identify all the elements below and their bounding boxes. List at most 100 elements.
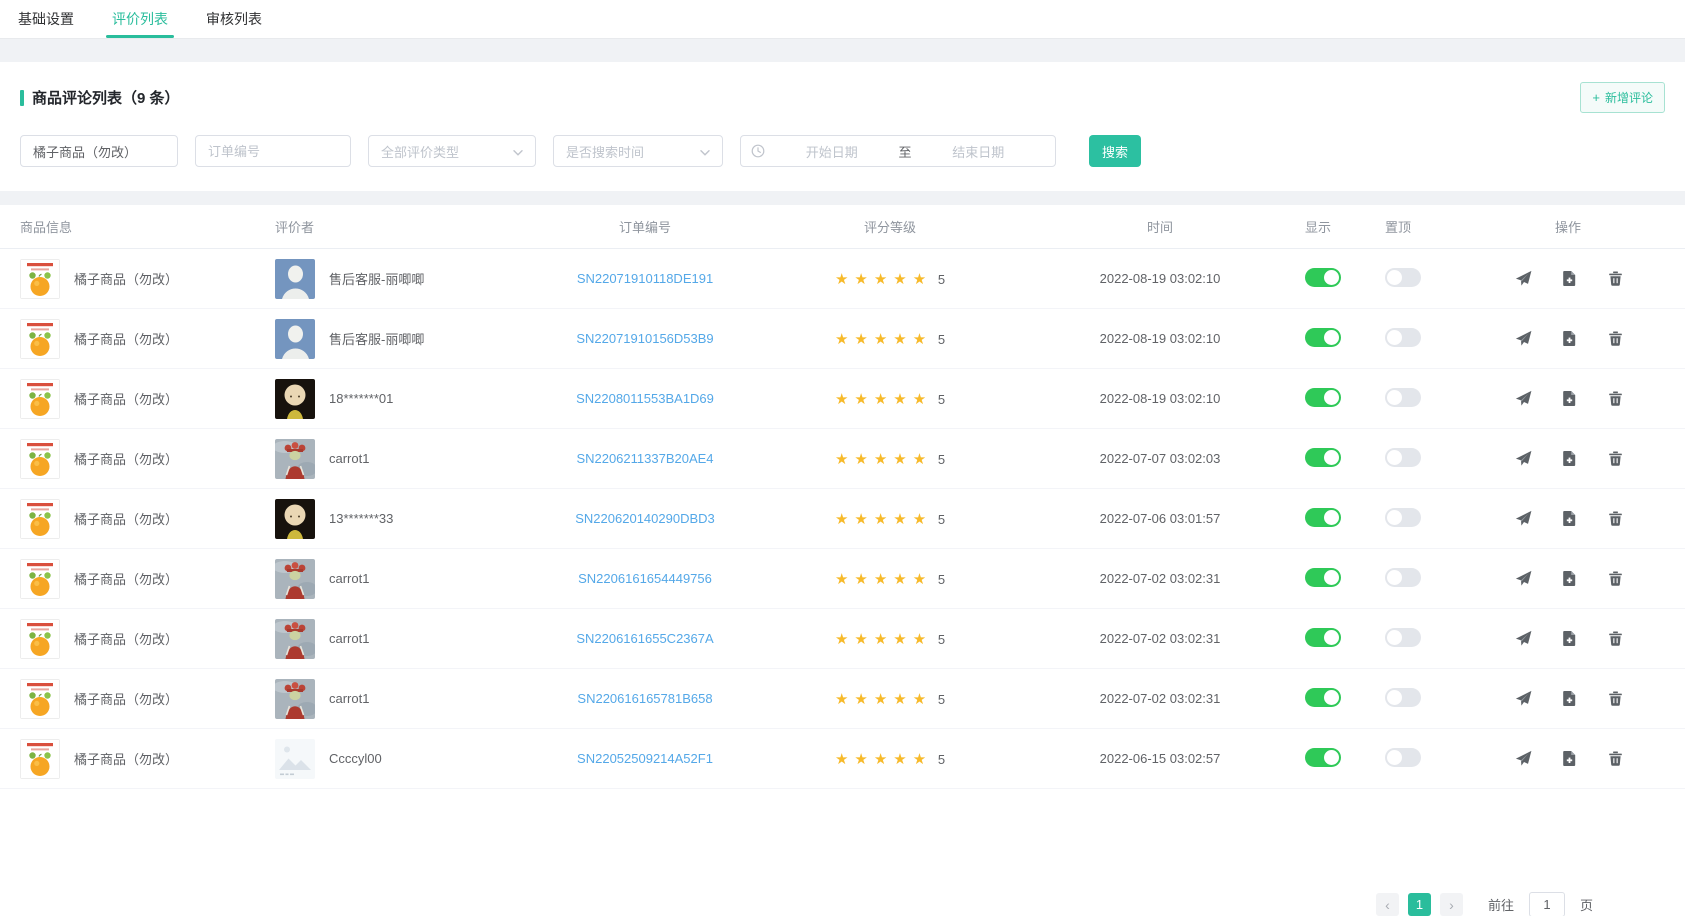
delete-trash-icon[interactable]: [1607, 330, 1624, 347]
send-reply-icon[interactable]: [1515, 330, 1532, 347]
send-reply-icon[interactable]: [1515, 390, 1532, 407]
delete-trash-icon[interactable]: [1607, 270, 1624, 287]
tab-basic-settings[interactable]: 基础设置: [18, 0, 74, 38]
send-reply-icon[interactable]: [1515, 450, 1532, 467]
product-name: 橘子商品（勿改）: [74, 569, 178, 588]
reviewer-name: 18*******01: [329, 391, 393, 406]
order-number-input[interactable]: [195, 135, 351, 167]
pin-top-toggle[interactable]: [1385, 508, 1421, 527]
star-rating-icons: ★★★★★: [835, 391, 932, 408]
date-range-separator: 至: [899, 142, 912, 161]
delete-trash-icon[interactable]: [1607, 630, 1624, 647]
show-toggle[interactable]: [1305, 628, 1341, 647]
show-toggle[interactable]: [1305, 568, 1341, 587]
time-search-value: 是否搜索时间: [566, 142, 644, 161]
pin-top-toggle[interactable]: [1385, 448, 1421, 467]
red-crown-doll-avatar: [275, 679, 315, 719]
file-add-icon[interactable]: [1561, 750, 1578, 767]
rating-value: 5: [938, 512, 945, 527]
next-page-button[interactable]: ›: [1440, 893, 1463, 916]
pin-top-toggle[interactable]: [1385, 628, 1421, 647]
column-header: 时间: [1015, 217, 1305, 236]
chevron-down-icon: [513, 144, 523, 159]
table-row: 橘子商品（勿改） carrot1 SN2206161654449756 ★★★★…: [0, 549, 1685, 609]
table-row: 橘子商品（勿改） Ccccyl00 SN22052509214A52F1 ★★★…: [0, 729, 1685, 789]
delete-trash-icon[interactable]: [1607, 450, 1624, 467]
send-reply-icon[interactable]: [1515, 630, 1532, 647]
file-add-icon[interactable]: [1561, 510, 1578, 527]
pin-top-toggle[interactable]: [1385, 328, 1421, 347]
order-number-link[interactable]: SN2206161654449756: [578, 571, 712, 586]
order-number-link[interactable]: SN2206161655C2367A: [576, 631, 713, 646]
show-toggle[interactable]: [1305, 448, 1341, 467]
rating-value: 5: [938, 452, 945, 467]
order-number-link[interactable]: SN220620140290DBD3: [575, 511, 715, 526]
prev-page-button[interactable]: ‹: [1376, 893, 1399, 916]
product-image: [20, 319, 60, 359]
title-accent-bar: [20, 90, 24, 106]
delete-trash-icon[interactable]: [1607, 390, 1624, 407]
pin-top-toggle[interactable]: [1385, 568, 1421, 587]
send-reply-icon[interactable]: [1515, 510, 1532, 527]
date-range-picker[interactable]: 开始日期 至 结束日期: [740, 135, 1056, 167]
goto-page-input[interactable]: [1529, 892, 1565, 916]
order-number-link[interactable]: SN2208011553BA1D69: [576, 391, 714, 406]
table-body: 橘子商品（勿改） 售后客服-丽唧唧 SN22071910118DE191 ★★★…: [0, 249, 1685, 789]
file-add-icon[interactable]: [1561, 630, 1578, 647]
order-number-link[interactable]: SN2206211337B20AE4: [576, 451, 713, 466]
file-add-icon[interactable]: [1561, 690, 1578, 707]
delete-trash-icon[interactable]: [1607, 750, 1624, 767]
pin-top-toggle[interactable]: [1385, 688, 1421, 707]
send-reply-icon[interactable]: [1515, 570, 1532, 587]
show-toggle[interactable]: [1305, 388, 1341, 407]
pin-top-toggle[interactable]: [1385, 268, 1421, 287]
search-button[interactable]: 搜索: [1089, 135, 1141, 167]
delete-trash-icon[interactable]: [1607, 510, 1624, 527]
order-number-link[interactable]: SN22071910156D53B9: [576, 331, 713, 346]
table-header-row: 商品信息评价者订单编号评分等级时间显示置顶操作: [0, 205, 1685, 249]
star-rating-icons: ★★★★★: [835, 631, 932, 648]
red-crown-doll-avatar: [275, 439, 315, 479]
pin-top-toggle[interactable]: [1385, 388, 1421, 407]
file-add-icon[interactable]: [1561, 570, 1578, 587]
time-search-select[interactable]: 是否搜索时间: [553, 135, 723, 167]
order-number-link[interactable]: SN220616165781B658: [577, 691, 712, 706]
file-add-icon[interactable]: [1561, 390, 1578, 407]
image-placeholder-avatar: [275, 739, 315, 779]
star-rating-icons: ★★★★★: [835, 571, 932, 588]
show-toggle[interactable]: [1305, 328, 1341, 347]
rating-value: 5: [938, 692, 945, 707]
product-image: [20, 259, 60, 299]
file-add-icon[interactable]: [1561, 450, 1578, 467]
show-toggle[interactable]: [1305, 508, 1341, 527]
product-image: [20, 499, 60, 539]
column-header: 操作: [1515, 217, 1665, 236]
review-type-select[interactable]: 全部评价类型: [368, 135, 536, 167]
rating-value: 5: [938, 272, 945, 287]
send-reply-icon[interactable]: [1515, 690, 1532, 707]
dark-doll-avatar: [275, 499, 315, 539]
show-toggle[interactable]: [1305, 748, 1341, 767]
file-add-icon[interactable]: [1561, 270, 1578, 287]
show-toggle[interactable]: [1305, 688, 1341, 707]
product-name-input[interactable]: [20, 135, 178, 167]
order-number-link[interactable]: SN22052509214A52F1: [577, 751, 713, 766]
current-page-button[interactable]: 1: [1408, 893, 1431, 916]
add-review-button[interactable]: + 新增评论: [1580, 82, 1665, 113]
send-reply-icon[interactable]: [1515, 270, 1532, 287]
delete-trash-icon[interactable]: [1607, 690, 1624, 707]
order-number-link[interactable]: SN22071910118DE191: [577, 271, 713, 286]
tab-review-list[interactable]: 评价列表: [112, 0, 168, 38]
show-toggle[interactable]: [1305, 268, 1341, 287]
file-add-icon[interactable]: [1561, 330, 1578, 347]
delete-trash-icon[interactable]: [1607, 570, 1624, 587]
product-image: [20, 739, 60, 779]
product-name: 橘子商品（勿改）: [74, 269, 178, 288]
product-name: 橘子商品（勿改）: [74, 629, 178, 648]
end-date-placeholder: 结束日期: [912, 142, 1046, 161]
clock-icon: [751, 144, 765, 158]
send-reply-icon[interactable]: [1515, 750, 1532, 767]
column-header: 置顶: [1385, 217, 1515, 236]
pin-top-toggle[interactable]: [1385, 748, 1421, 767]
tab-audit-list[interactable]: 审核列表: [206, 0, 262, 38]
